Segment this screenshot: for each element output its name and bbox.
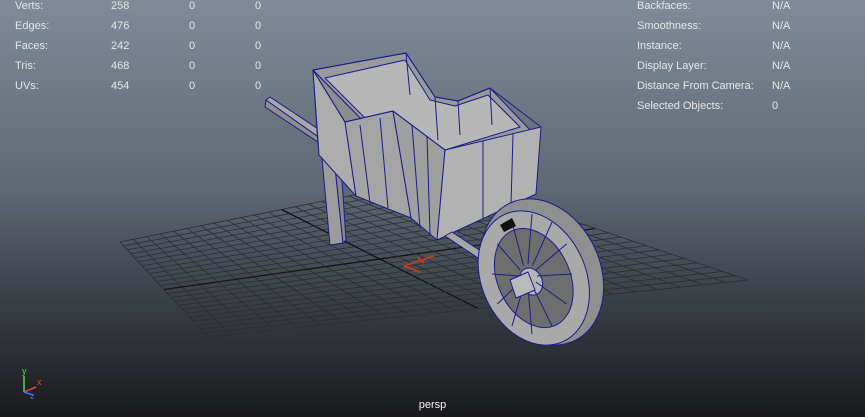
- hud-label: Display Layer:: [637, 60, 707, 72]
- hud-label: Instance:: [637, 40, 682, 52]
- scene-view[interactable]: y x z: [0, 0, 865, 417]
- hud-value: 0: [255, 40, 262, 52]
- hud-value: 0: [189, 0, 196, 12]
- axis-x-label: x: [37, 377, 42, 387]
- hud-value: 0: [255, 80, 262, 92]
- hud-value: 242: [111, 40, 130, 52]
- hud-value: 0: [189, 60, 196, 72]
- hud-value: 0: [189, 80, 196, 92]
- view-axis-indicator: y x z: [22, 366, 42, 401]
- hud-value: 0: [255, 60, 262, 72]
- hud-label: Smoothness:: [637, 20, 702, 32]
- hud-label: Verts:: [15, 0, 44, 12]
- hud-value: N/A: [772, 40, 791, 52]
- hud-label: Faces:: [15, 40, 49, 52]
- hud-value: N/A: [772, 80, 791, 92]
- hud-label: UVs:: [15, 80, 39, 92]
- hud-label: Selected Objects:: [637, 100, 724, 112]
- hud-value: 0: [255, 0, 262, 12]
- hud-value: 0: [772, 100, 779, 112]
- hud-label: Distance From Camera:: [637, 80, 754, 92]
- hud-value: 468: [111, 60, 130, 72]
- hud-value: 454: [111, 80, 130, 92]
- hud-label: Tris:: [15, 60, 36, 72]
- hud-value: 0: [255, 20, 262, 32]
- hud-value: 0: [189, 40, 196, 52]
- hud-label: Backfaces:: [637, 0, 691, 12]
- hud-value: N/A: [772, 60, 791, 72]
- hud-value: 0: [189, 20, 196, 32]
- perspective-viewport[interactable]: y x z Verts: 258 0 0 Edges: 476 0 0 Face…: [0, 0, 865, 417]
- hud-value: 258: [111, 0, 130, 12]
- hud-value: 476: [111, 20, 130, 32]
- axis-y-label: y: [22, 366, 27, 376]
- camera-name-label: persp: [418, 399, 447, 411]
- hud-value: N/A: [772, 0, 791, 12]
- hud-value: N/A: [772, 20, 791, 32]
- hud-label: Edges:: [15, 20, 50, 32]
